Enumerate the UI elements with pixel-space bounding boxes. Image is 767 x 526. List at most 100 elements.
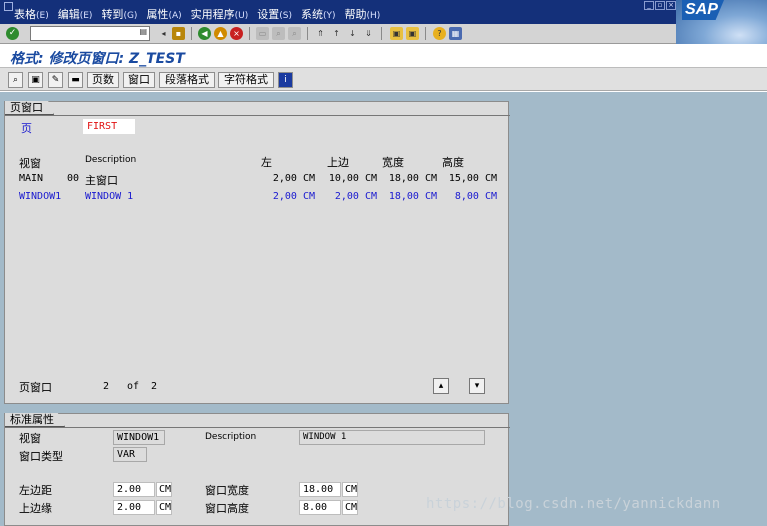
col-top-header: 上边: [327, 156, 349, 169]
menu-system-accel: (Y): [323, 11, 336, 21]
cancel-icon[interactable]: ×: [230, 27, 243, 40]
menu-edit[interactable]: 编辑(E): [58, 6, 93, 22]
back-arrow-small-icon[interactable]: ◂: [157, 27, 170, 40]
previous-page-icon[interactable]: ↑: [330, 27, 343, 40]
top-margin-label: 上边缘: [19, 502, 52, 515]
pages-button[interactable]: 页数: [87, 72, 119, 88]
create-session-icon[interactable]: ▣: [390, 27, 403, 40]
first-page-icon[interactable]: ⇑: [314, 27, 327, 40]
enter-check-icon[interactable]: ✓: [6, 27, 19, 40]
top-margin-unit[interactable]: CM: [156, 500, 172, 515]
menu-attributes-label: 属性: [146, 8, 169, 21]
edit-icon[interactable]: ✎: [48, 72, 63, 88]
menu-bar: 表格(E) 编辑(E) 转到(G) 属性(A) 实用程序(U) 设置(S) 系统…: [0, 0, 767, 24]
window-label: 视窗: [19, 432, 41, 445]
menu-table[interactable]: 表格(E): [14, 6, 49, 22]
window-button[interactable]: 窗口: [123, 72, 155, 88]
last-page-icon[interactable]: ⇓: [362, 27, 375, 40]
col-window-header: 视窗: [19, 157, 41, 170]
row-width: 18,00 CM: [388, 173, 437, 184]
application-toolbar: ⌕ ▣ ✎ ▬ 页数 窗口 段落格式 字符格式 i: [0, 67, 767, 91]
minimize-icon[interactable]: _: [644, 1, 654, 10]
command-field[interactable]: ▤: [30, 26, 150, 41]
command-dropdown-icon[interactable]: ▤: [139, 27, 147, 36]
menu-edit-accel: (E): [79, 11, 93, 21]
info-icon[interactable]: i: [278, 72, 293, 88]
restore-icon[interactable]: ▫: [655, 1, 665, 10]
window-type-field: VAR: [113, 447, 147, 462]
row-height: 15,00 CM: [448, 173, 497, 184]
help-icon[interactable]: ?: [433, 27, 446, 40]
tab-divider: [5, 427, 510, 428]
left-margin-field[interactable]: 2.00: [113, 482, 155, 497]
window-width-unit[interactable]: CM: [342, 482, 358, 497]
exit-icon[interactable]: ▲: [214, 27, 227, 40]
toolbar-separator: [425, 27, 426, 40]
toolbar-separator: [307, 27, 308, 40]
back-icon[interactable]: ◀: [198, 27, 211, 40]
check-icon[interactable]: ▣: [28, 72, 43, 88]
row-description: WINDOW 1: [85, 191, 134, 202]
next-page-icon[interactable]: ↓: [346, 27, 359, 40]
menu-help[interactable]: 帮助(H): [345, 6, 381, 22]
sap-logo-text: SAP: [682, 0, 724, 20]
menu-settings[interactable]: 设置(S): [257, 6, 292, 22]
footer-total-pages: 2: [151, 381, 158, 392]
menu-goto[interactable]: 转到(G): [101, 6, 137, 22]
character-format-button[interactable]: 字符格式: [218, 72, 274, 88]
window-controls: _ ▫ ×: [644, 1, 677, 10]
window-width-label: 窗口宽度: [205, 484, 249, 497]
row-window: MAIN: [19, 173, 44, 184]
print-preview-icon[interactable]: ▬: [68, 72, 83, 88]
window-height-field[interactable]: 8.00: [299, 500, 341, 515]
row-top: 10,00 CM: [328, 173, 377, 184]
print-icon[interactable]: ▭: [256, 27, 269, 40]
col-left-header: 左: [261, 156, 272, 169]
menu-system-label: 系统: [301, 8, 323, 21]
menu-help-accel: (H): [366, 11, 381, 21]
row-height: 8,00 CM: [454, 191, 497, 202]
col-description-header: Description: [85, 155, 137, 165]
close-icon[interactable]: ×: [666, 1, 676, 10]
menu-attributes[interactable]: 属性(A): [146, 6, 181, 22]
create-shortcut-icon[interactable]: ▣: [406, 27, 419, 40]
menu-help-label: 帮助: [344, 8, 367, 21]
left-margin-unit[interactable]: CM: [156, 482, 172, 497]
title-bar: 格式: 修改页窗口: Z_TEST: [0, 45, 767, 67]
menu-utilities[interactable]: 实用程序(U): [191, 6, 249, 22]
next-entry-icon[interactable]: ▾: [469, 378, 485, 394]
menu-goto-label: 转到: [101, 8, 124, 21]
menu-attributes-accel: (A): [168, 11, 182, 21]
menu-settings-accel: (S): [279, 11, 292, 21]
toolbar-separator: [381, 27, 382, 40]
menu-system[interactable]: 系统(Y): [301, 6, 336, 22]
footer-of-label: of: [127, 381, 140, 392]
previous-entry-icon[interactable]: ▴: [433, 378, 449, 394]
standard-attributes-tab: 标准属性: [5, 413, 65, 427]
watermark: https://blog.csdn.net/yannickdann: [426, 496, 721, 512]
layout-menu-icon[interactable]: ▦: [449, 27, 462, 40]
row-description: 主窗口: [85, 174, 118, 187]
system-menu-icon[interactable]: [4, 2, 13, 11]
row-width: 18,00 CM: [388, 191, 437, 202]
window-width-field[interactable]: 18.00: [299, 482, 341, 497]
display-change-icon[interactable]: ⌕: [8, 72, 23, 88]
page-field[interactable]: FIRST: [83, 119, 135, 134]
left-margin-label: 左边距: [19, 484, 52, 497]
window-height-label: 窗口高度: [205, 502, 249, 515]
description-field: WINDOW 1: [299, 430, 485, 445]
paragraph-format-button[interactable]: 段落格式: [159, 72, 215, 88]
window-height-unit[interactable]: CM: [342, 500, 358, 515]
menu-list: 表格(E) 编辑(E) 转到(G) 属性(A) 实用程序(U) 设置(S) 系统…: [14, 6, 389, 22]
top-margin-field[interactable]: 2.00: [113, 500, 155, 515]
page-window-panel: 页窗口 页 FIRST 视窗 Description 左 上边 宽度 高度 MA…: [4, 101, 510, 404]
menu-utilities-label: 实用程序: [190, 8, 235, 21]
row-left: 2,00 CM: [272, 173, 315, 184]
find-icon[interactable]: ⌕: [272, 27, 285, 40]
row-left: 2,00 CM: [272, 191, 315, 202]
menu-table-accel: (E): [36, 11, 49, 21]
find-next-icon[interactable]: ⌕: [288, 27, 301, 40]
standard-toolbar: ✓ ▤ ◂ ▪ ◀ ▲ × ▭ ⌕ ⌕ ⇑ ↑ ↓ ⇓ ▣ ▣ ? ▦: [0, 24, 676, 44]
menu-utilities-accel: (U): [234, 11, 249, 21]
save-icon[interactable]: ▪: [172, 27, 185, 40]
